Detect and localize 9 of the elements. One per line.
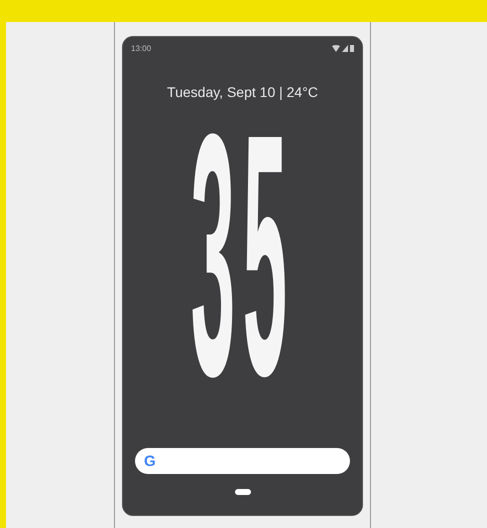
search-logo: G	[144, 452, 156, 470]
signal-icon	[342, 44, 348, 52]
wifi-icon	[332, 44, 340, 52]
home-handle[interactable]	[234, 489, 250, 495]
battery-icon	[350, 44, 354, 52]
search-bar[interactable]: G	[135, 448, 350, 474]
clock-time: 35	[190, 128, 294, 382]
date-weather: Tuesday, Sept 10 | 24°C	[167, 84, 318, 100]
status-time: 13:00	[131, 44, 152, 52]
